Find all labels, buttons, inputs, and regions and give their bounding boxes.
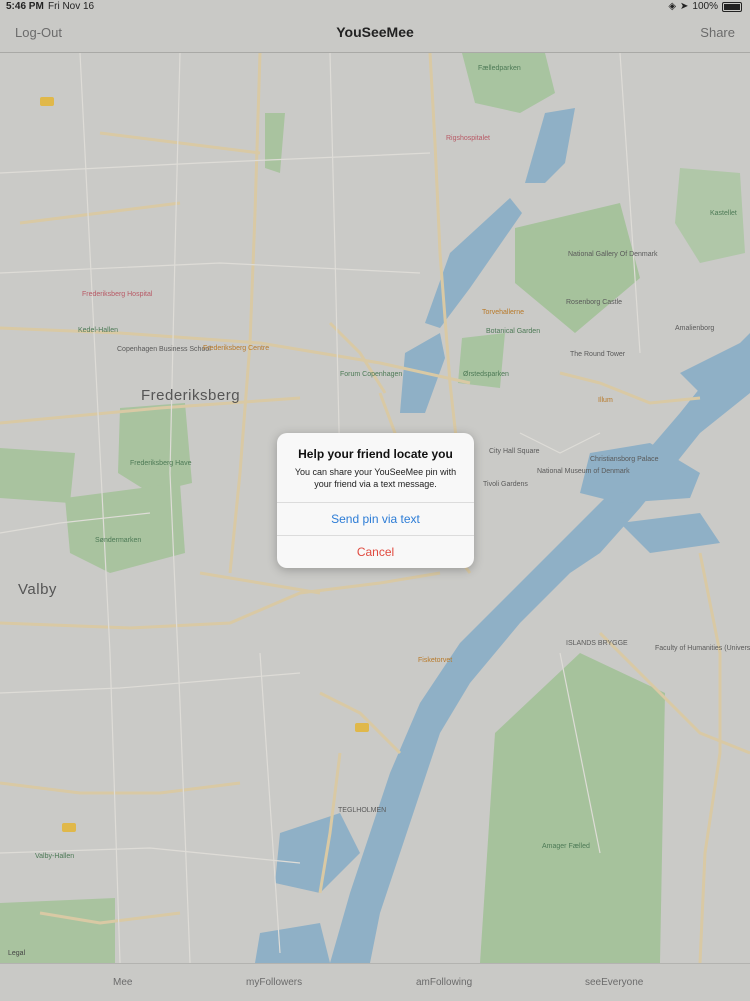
send-pin-button[interactable]: Send pin via text — [277, 502, 474, 536]
dialog-message: You can share your YouSeeMee pin with yo… — [294, 467, 457, 489]
dialog-title: Help your friend locate you — [298, 447, 453, 461]
tab-mee[interactable]: Mee — [113, 977, 132, 988]
cancel-button[interactable]: Cancel — [277, 535, 474, 568]
tab-amfollowing[interactable]: amFollowing — [416, 977, 472, 988]
share-alert-dialog: Help your friend locate you You can shar… — [277, 433, 474, 568]
tab-seeeveryone[interactable]: seeEveryone — [585, 977, 643, 988]
tab-myfollowers[interactable]: myFollowers — [246, 977, 302, 988]
tab-bar: Mee myFollowers amFollowing seeEveryone — [0, 963, 750, 1001]
